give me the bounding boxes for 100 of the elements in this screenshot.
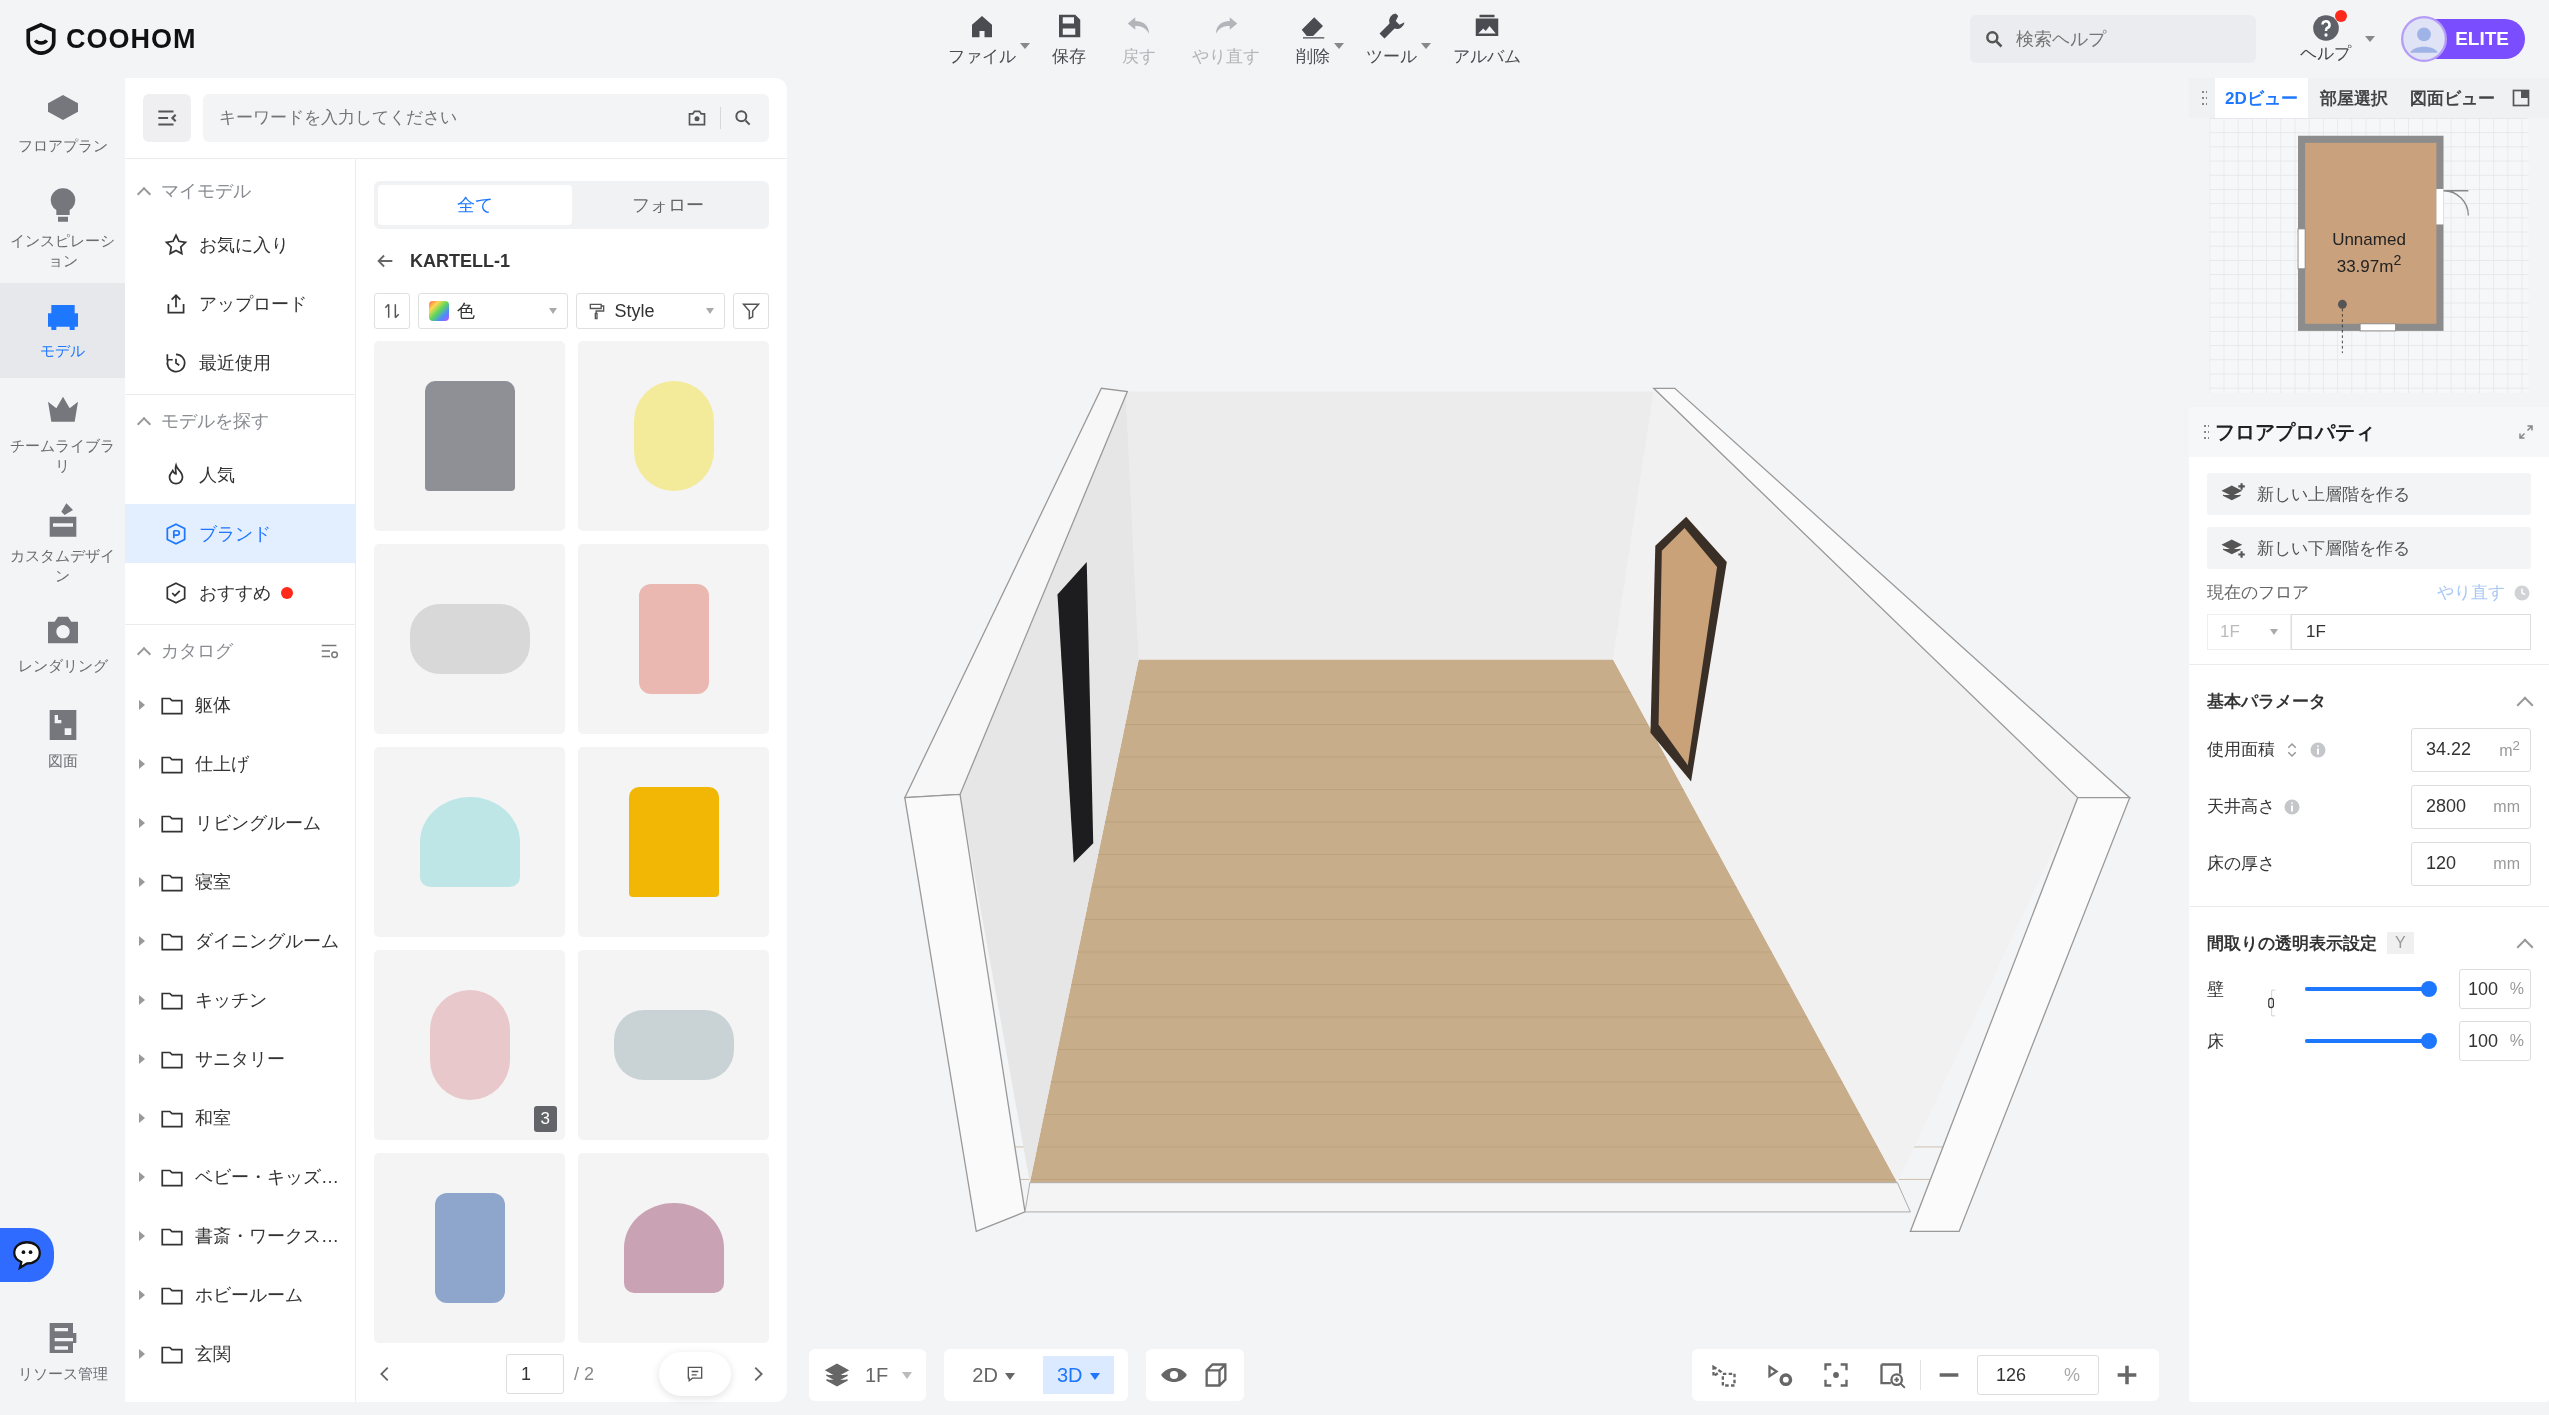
help-button[interactable]: ヘルプ	[2300, 13, 2352, 65]
toolbar-button[interactable]: ファイル	[934, 6, 1030, 72]
section-title: カタログ	[161, 640, 233, 663]
sidebar-item[interactable]: レンダリング	[0, 598, 125, 693]
list-item[interactable]: おすすめ	[125, 563, 355, 622]
view-mode-tab[interactable]: 2D	[958, 1356, 1029, 1394]
sidebar-item[interactable]: チームライブラリ	[0, 378, 125, 488]
star-icon	[163, 231, 189, 258]
slider-label: 床	[2207, 1030, 2225, 1053]
message-icon	[685, 1364, 705, 1384]
number-field[interactable]: 2800 mm	[2411, 784, 2531, 829]
section-title: モデルを探す	[161, 410, 269, 433]
filter-button[interactable]	[733, 293, 769, 329]
view-tab[interactable]: 図面ビュー	[2399, 78, 2505, 118]
color-dropdown[interactable]: 色	[418, 293, 568, 329]
catalog-item[interactable]: キッチン	[125, 970, 355, 1029]
number-field[interactable]: 34.22 m$^{2}$	[2411, 727, 2531, 772]
zoom-in-icon[interactable]	[1878, 1361, 1906, 1389]
panel-title: フロアプロパティ	[2215, 419, 2375, 445]
layers-icon	[823, 1361, 851, 1389]
avatar-icon	[2401, 16, 2448, 62]
info-icon[interactable]	[2309, 740, 2327, 759]
list-item[interactable]: ブランド	[125, 504, 355, 563]
floor-plan-map[interactable]: Unnamed 33.97m$^{2}$	[2189, 118, 2549, 393]
caret-icon	[1421, 42, 1431, 49]
catalog-item[interactable]: 玄関	[125, 1324, 355, 1383]
number-field[interactable]: 120 mm	[2411, 841, 2531, 886]
chat-button[interactable]	[0, 1228, 54, 1282]
speech-bubble-icon	[10, 1238, 44, 1272]
number-field[interactable]: 100 %	[2459, 969, 2531, 1009]
page-total: / 2	[574, 1363, 594, 1385]
product-photo[interactable]	[578, 1153, 769, 1343]
catalog-item[interactable]: ダイニングルーム	[125, 911, 355, 970]
collapse-button[interactable]	[143, 94, 191, 142]
shield-smile-icon	[24, 22, 58, 56]
product-photo[interactable]	[374, 341, 565, 531]
catalog-item[interactable]: 仕上げ	[125, 734, 355, 793]
list-item[interactable]: 人気	[125, 445, 355, 504]
sidebar-item[interactable]: 図面	[0, 693, 125, 788]
question-icon	[2311, 13, 2340, 42]
add-floor-button[interactable]: 新しい下層階を作る	[2207, 527, 2531, 569]
sidebar-item[interactable]: カスタムデザイン	[0, 488, 125, 598]
catalog-item[interactable]: 和室	[125, 1088, 355, 1147]
field-label: 天井高さ	[2207, 796, 2275, 818]
shortcut-badge: Y	[2387, 932, 2414, 954]
catalog-item[interactable]: 寝室	[125, 852, 355, 911]
field-label: 床の厚さ	[2207, 853, 2275, 875]
zoom-field[interactable]: 126 %	[1977, 1355, 2099, 1395]
sort-button[interactable]	[374, 293, 410, 329]
product-photo[interactable]: 3	[374, 950, 565, 1140]
focus-icon[interactable]	[1822, 1361, 1850, 1389]
toolbar-button[interactable]: ツール	[1352, 6, 1431, 72]
list-item[interactable]: 最近使用	[125, 333, 355, 392]
toolbar-button[interactable]: 削除	[1282, 6, 1344, 72]
field-label: 使用面積	[2207, 739, 2275, 761]
filter-icon	[741, 301, 761, 321]
search-field[interactable]: キーワードを入力してください	[203, 94, 769, 142]
comment-button[interactable]	[659, 1352, 731, 1396]
product-photo[interactable]	[578, 747, 769, 937]
product-photo[interactable]	[374, 1153, 565, 1343]
search-icon	[1984, 29, 2005, 49]
room-name: Unnamed	[2332, 230, 2406, 250]
view-tab[interactable]: 部屋選択	[2309, 78, 2398, 118]
add-floor-button[interactable]: 新しい上層階を作る	[2207, 473, 2531, 515]
catalog-item[interactable]: 書斎・ワークス…	[125, 1206, 355, 1265]
list-item[interactable]: お気に入り	[125, 215, 355, 274]
tab[interactable]: 全て	[378, 185, 572, 225]
list-item[interactable]: アップロード	[125, 274, 355, 333]
section-title: 基本パラメータ	[2207, 690, 2326, 713]
sidebar-item[interactable]: フロアプラン	[0, 78, 125, 173]
floor-selector[interactable]: 1F	[809, 1349, 927, 1401]
number-field[interactable]: 100 %	[2459, 1021, 2531, 1061]
view-tab[interactable]: 2Dビュー	[2215, 78, 2308, 118]
caret-icon	[1334, 42, 1344, 49]
camera-icon[interactable]	[687, 108, 707, 128]
catalog-item[interactable]: サニタリー	[125, 1029, 355, 1088]
color-swatch-icon	[429, 301, 449, 321]
room-area: 33.97m$^{2}$	[2336, 250, 2402, 277]
catalog-item[interactable]: 躯体	[125, 675, 355, 734]
expand-icon[interactable]	[2517, 423, 2535, 441]
caret-icon	[2365, 36, 2376, 42]
floor-name-field[interactable]: 1F	[2291, 614, 2531, 650]
search-icon[interactable]	[733, 108, 753, 128]
tab[interactable]: フォロー	[571, 185, 765, 225]
style-dropdown[interactable]: Style	[575, 293, 725, 329]
info-icon[interactable]	[2283, 797, 2301, 816]
caret-icon	[1020, 42, 1030, 49]
window-icon[interactable]	[2510, 88, 2531, 108]
logo[interactable]: COOHOM	[24, 22, 934, 56]
toolbar-button[interactable]: アルバム	[1439, 6, 1535, 72]
catalog-item[interactable]: リビングルーム	[125, 793, 355, 852]
sidebar-item[interactable]: インスピレーション	[0, 173, 125, 283]
page-input[interactable]: 1	[506, 1354, 564, 1394]
toolbar-button[interactable]: 保存	[1038, 6, 1100, 72]
catalog-item[interactable]: ベビー・キッズ…	[125, 1147, 355, 1206]
field-label: 現在のフロア	[2207, 582, 2309, 604]
section-title: 間取りの透明表示設定	[2207, 932, 2377, 955]
catalog-item[interactable]: ホビールーム	[125, 1265, 355, 1324]
sidebar-item[interactable]: リソース管理	[0, 1306, 125, 1401]
search-field[interactable]: 検索ヘルプ	[1970, 15, 2257, 63]
